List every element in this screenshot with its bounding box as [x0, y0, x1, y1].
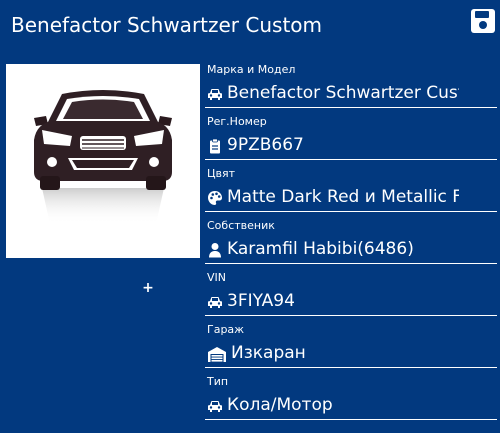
vehicle-details-panel: Benefactor Schwartzer Custom + Марка и М…: [0, 0, 500, 433]
field-row[interactable]: [205, 132, 497, 160]
floppy-disk-icon: [471, 9, 495, 33]
garage-input[interactable]: [231, 342, 463, 364]
field-row[interactable]: [205, 184, 497, 212]
field-label: Марка и Модел: [207, 63, 296, 76]
vehicle-photo: [6, 64, 200, 258]
field-row[interactable]: [205, 236, 497, 264]
car-icon: [207, 86, 223, 102]
vin-input[interactable]: [227, 290, 459, 312]
car-icon: [207, 398, 223, 414]
owner-input[interactable]: [227, 238, 459, 260]
field-label: Цвят: [207, 167, 236, 180]
field-row[interactable]: [205, 80, 497, 108]
color-input[interactable]: [227, 186, 459, 208]
registration-input[interactable]: [227, 134, 459, 156]
clipboard-icon: [207, 138, 223, 154]
field-owner: Собственик: [205, 218, 497, 270]
field-type: Тип: [205, 374, 497, 426]
save-button[interactable]: [470, 8, 496, 34]
field-label: Гараж: [207, 323, 245, 336]
user-icon: [207, 242, 223, 258]
field-label: Собственик: [207, 219, 275, 232]
type-input[interactable]: [227, 394, 459, 416]
field-row[interactable]: [205, 340, 497, 368]
add-photo-button[interactable]: +: [141, 281, 155, 295]
field-registration: Рег.Номер: [205, 114, 497, 166]
field-make-model: Марка и Модел: [205, 62, 497, 114]
field-vin: VIN: [205, 270, 497, 322]
car-icon: [207, 294, 223, 310]
field-row[interactable]: [205, 288, 497, 316]
palette-icon: [207, 190, 223, 206]
field-label: Рег.Номер: [207, 115, 267, 128]
vehicle-title: Benefactor Schwartzer Custom: [11, 13, 323, 37]
make-model-input[interactable]: [227, 82, 459, 104]
garage-icon: [207, 346, 227, 362]
field-color: Цвят: [205, 166, 497, 218]
car-front-photo: [34, 90, 172, 224]
field-garage: Гараж: [205, 322, 497, 374]
field-row[interactable]: [205, 392, 497, 420]
field-label: VIN: [207, 271, 226, 284]
field-label: Тип: [207, 375, 229, 388]
